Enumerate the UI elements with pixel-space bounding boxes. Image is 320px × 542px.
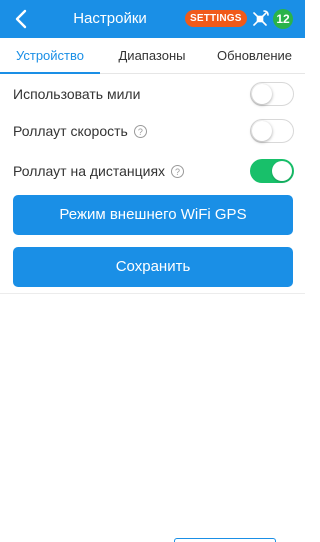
- satellite-count-badge: 12: [273, 9, 293, 29]
- setting-label-text: Использовать мили: [13, 86, 141, 102]
- toggle-knob: [252, 121, 272, 141]
- rollout-distances-toggle[interactable]: [250, 159, 294, 183]
- setting-label-text: Роллаут на дистанциях: [13, 163, 166, 179]
- wifi-gps-mode-button[interactable]: Режим внешнего WiFi GPS: [13, 195, 293, 235]
- setting-row-use-miles: Использовать мили: [0, 76, 305, 112]
- setting-label: Роллаут на дистанциях?: [13, 153, 185, 189]
- setting-label: Роллаут скорость?: [13, 113, 147, 149]
- settings-badge: SETTINGS: [185, 10, 247, 27]
- setting-row-rollout-distances: Роллаут на дистанциях?: [0, 153, 305, 189]
- top-bar: Настройки SETTINGS 12: [0, 0, 305, 38]
- bottom-element-edge: [174, 538, 276, 542]
- tab-bar: Устройство Диапазоны Обновление: [0, 38, 305, 74]
- use-miles-toggle[interactable]: [250, 82, 294, 106]
- help-icon[interactable]: ?: [133, 124, 147, 138]
- divider: [0, 293, 305, 294]
- help-icon[interactable]: ?: [171, 164, 185, 178]
- tab-ranges[interactable]: Диапазоны: [100, 38, 204, 74]
- setting-label-text: Роллаут скорость: [13, 123, 128, 139]
- active-tab-indicator: [0, 72, 100, 74]
- rollout-speed-toggle[interactable]: [250, 119, 294, 143]
- setting-row-rollout-speed: Роллаут скорость?: [0, 113, 305, 149]
- satellite-icon: [253, 10, 269, 26]
- toggle-knob: [252, 84, 272, 104]
- toggle-knob: [272, 161, 292, 181]
- setting-label: Использовать мили: [13, 76, 140, 112]
- tab-device[interactable]: Устройство: [0, 38, 100, 74]
- save-button[interactable]: Сохранить: [13, 247, 293, 287]
- tab-update[interactable]: Обновление: [204, 38, 305, 74]
